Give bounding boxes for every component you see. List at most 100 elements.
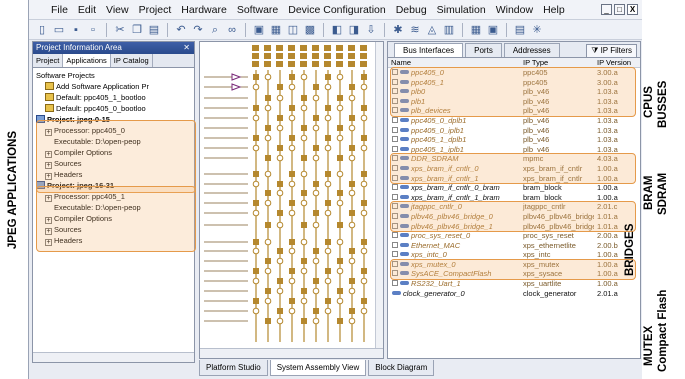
expand-icon[interactable] (392, 136, 398, 143)
expand-icon[interactable]: + (45, 239, 52, 246)
expand-icon[interactable] (392, 97, 398, 104)
table-row[interactable]: ppc405_0_iplb1 plb_v46 1.03.a (388, 126, 640, 136)
save-icon[interactable]: ▪ (69, 23, 83, 37)
column-name[interactable]: Name (388, 58, 520, 67)
expand-icon[interactable]: + (45, 228, 52, 235)
menu-view[interactable]: View (101, 4, 134, 16)
tree-item[interactable]: + Headers (33, 169, 194, 180)
tab-ip-catalog[interactable]: IP Catalog (111, 54, 153, 67)
expand-icon[interactable] (392, 155, 398, 162)
simulation-icon[interactable]: ≋ (408, 23, 422, 37)
tab-addresses[interactable]: Addresses (503, 43, 560, 57)
download-icon[interactable]: ⇩ (364, 23, 378, 37)
paste-icon[interactable]: ▤ (147, 23, 161, 37)
tree-item[interactable]: + Sources (33, 224, 194, 235)
settings-icon[interactable]: ✳ (530, 23, 544, 37)
tab-applications[interactable]: Applications (63, 54, 111, 67)
build-icon[interactable]: ◨ (347, 23, 361, 37)
expand-icon[interactable] (392, 126, 398, 133)
xmd-icon[interactable]: ▥ (442, 23, 456, 37)
expand-icon[interactable]: + (45, 151, 52, 158)
tab-system-assembly-view[interactable]: System Assembly View (269, 360, 367, 376)
layout-icon[interactable]: ▤ (513, 23, 527, 37)
table-row[interactable]: plb1 plb_v46 1.03.a (388, 97, 640, 107)
tree-item[interactable]: Software Projects (33, 70, 194, 81)
tree-item[interactable]: Executable: D:\open-peop (33, 136, 194, 147)
expand-icon[interactable] (392, 69, 398, 75)
table-row[interactable]: xps_bram_if_cntlr_0_bram bram_block 1.00.a (388, 183, 640, 193)
table-row[interactable]: proc_sys_reset_0 proc_sys_reset 2.00.a (388, 231, 640, 241)
table-row[interactable]: plbv46_plbv46_bridge_0 plbv46_plbv46_brid… (388, 212, 640, 222)
tree-item[interactable]: + Processor: ppc405_1 (33, 191, 194, 202)
table-row[interactable]: RS232_Uart_1 xps_uartlite 1.00.a (388, 279, 640, 289)
column-ip-version[interactable]: IP Version (594, 58, 634, 67)
minimize-button[interactable]: _ (601, 4, 612, 15)
ip-filters-button[interactable]: ⧩ IP Filters (586, 44, 637, 58)
debug-icon[interactable]: ✱ (391, 23, 405, 37)
table-row[interactable]: xps_intc_0 xps_intc 1.00.a (388, 250, 640, 260)
expand-icon[interactable] (392, 116, 398, 123)
menu-edit[interactable]: Edit (73, 4, 101, 16)
tree-item[interactable]: Executable: D:\open-peop (33, 202, 194, 213)
table-row[interactable]: DDR_SDRAM mpmc 4.03.a (388, 154, 640, 164)
device-icon[interactable]: ◬ (425, 23, 439, 37)
tree-item[interactable]: + Sources (33, 158, 194, 169)
tab-project[interactable]: Project (33, 54, 64, 67)
table-row[interactable]: xps_bram_if_cntlr_1 xps_bram_if_cntlr 1.00… (388, 174, 640, 184)
menu-hardware[interactable]: Hardware (176, 4, 232, 16)
maximize-button[interactable]: □ (614, 4, 625, 15)
find-icon[interactable]: ⌕ (208, 23, 222, 37)
table-row[interactable]: jtagppc_cntlr_0 jtagppc_cntlr 2.01.c (388, 202, 640, 212)
generate-bitstream-icon[interactable]: ▦ (269, 23, 283, 37)
expand-icon[interactable] (392, 145, 398, 152)
expand-icon[interactable] (392, 203, 398, 210)
table-row[interactable]: plbv46_plbv46_bridge_1 plbv46_plbv46_brid… (388, 222, 640, 232)
expand-icon[interactable]: + (45, 195, 52, 202)
menu-simulation[interactable]: Simulation (432, 4, 491, 16)
table-row[interactable]: Ethernet_MAC xps_ethernetlite 2.00.b (388, 241, 640, 251)
horizontal-scrollbar[interactable] (200, 348, 383, 358)
expand-icon[interactable] (392, 241, 398, 248)
expand-icon[interactable]: + (45, 217, 52, 224)
column-ip-type[interactable]: IP Type (520, 58, 594, 67)
generate-netlist-icon[interactable]: ▣ (252, 23, 266, 37)
tree-item[interactable]: Default: ppc405_1_bootloo (33, 92, 194, 103)
expand-icon[interactable] (392, 78, 398, 85)
save-all-icon[interactable]: ▫ (86, 23, 100, 37)
table-row[interactable]: ppc405_0_dplb1 plb_v46 1.03.a (388, 116, 640, 126)
panel-close-icon[interactable]: ✕ (183, 42, 190, 54)
tree-item[interactable]: + Headers (33, 235, 194, 246)
expand-icon[interactable] (392, 193, 398, 200)
expand-icon[interactable] (392, 184, 398, 191)
menu-window[interactable]: Window (491, 4, 538, 16)
binoculars-icon[interactable]: ∞ (225, 23, 239, 37)
tree-item[interactable]: + Compiler Options (33, 147, 194, 158)
close-button[interactable]: X (627, 4, 638, 15)
table-row[interactable]: SysACE_CompactFlash xps_sysace 1.00.a (388, 269, 640, 279)
table-row[interactable]: clock_generator_0 clock_generator 2.01.a (388, 289, 640, 299)
table-row[interactable]: ppc405_1 ppc405 3.00.a (388, 78, 640, 88)
tree-item[interactable]: Add Software Application Pr (33, 81, 194, 92)
table-row[interactable]: ppc405_1_dplb1 plb_v46 1.03.a (388, 135, 640, 145)
clean-icon[interactable]: ◫ (286, 23, 300, 37)
table-row[interactable]: xps_mutex_0 xps_mutex 1.00.a (388, 260, 640, 270)
expand-icon[interactable] (392, 222, 398, 229)
libraries-icon[interactable]: ▩ (303, 23, 317, 37)
expand-icon[interactable] (392, 251, 398, 258)
horizontal-scrollbar[interactable] (33, 352, 194, 362)
open-folder-icon[interactable]: ▭ (52, 23, 66, 37)
cut-icon[interactable]: ✂ (113, 23, 127, 37)
tree-item[interactable]: Project: jpeg-16-31 (33, 180, 194, 191)
tree-item[interactable]: + Compiler Options (33, 213, 194, 224)
menu-file[interactable]: File (29, 4, 73, 16)
menu-software[interactable]: Software (232, 4, 283, 16)
expand-icon[interactable] (392, 88, 398, 95)
vertical-scrollbar[interactable] (375, 42, 383, 358)
expand-icon[interactable]: + (45, 129, 52, 136)
tree-item[interactable]: Project: jpeg-0-15 (33, 114, 194, 125)
expand-icon[interactable] (392, 232, 398, 239)
expand-icon[interactable] (392, 107, 398, 114)
table-row[interactable]: xps_bram_if_cntlr_0 xps_bram_if_cntlr 1.00… (388, 164, 640, 174)
table-row[interactable]: plb0 plb_v46 1.03.a (388, 87, 640, 97)
menu-device-configuration[interactable]: Device Configuration (283, 4, 390, 16)
